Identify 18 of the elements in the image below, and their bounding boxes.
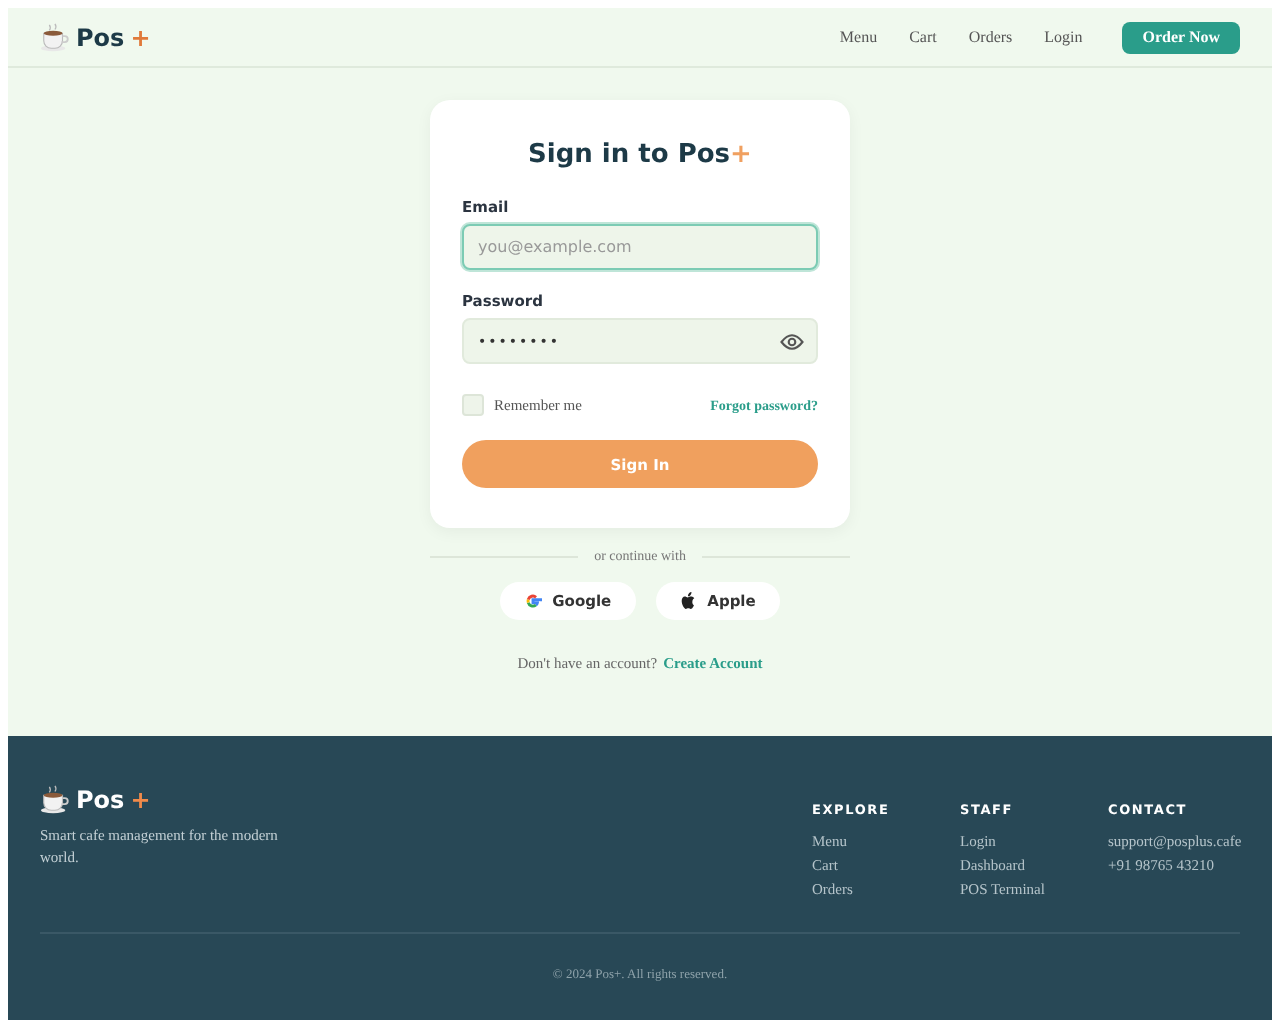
plus-mark: + (130, 23, 151, 51)
brand-name: Pos (76, 23, 125, 51)
card-title: Sign in to Pos (528, 140, 731, 170)
email-field[interactable]: you@example.com (462, 224, 818, 270)
nav-link[interactable]: Cart (909, 28, 937, 46)
eye-icon[interactable] (780, 330, 804, 354)
nav-link[interactable]: Login (1044, 28, 1083, 46)
plus-mark: + (130, 785, 151, 813)
coffee-cup-icon (40, 784, 70, 814)
apple-icon (679, 592, 698, 610)
remember-checkbox[interactable] (462, 394, 484, 416)
brand-name: Pos (76, 785, 125, 813)
google-g-icon (524, 592, 543, 610)
order-now-button[interactable]: Order Now (1122, 21, 1240, 53)
nav-link[interactable]: Menu (839, 28, 878, 46)
coffee-cup-icon (40, 22, 70, 52)
plus-mark: + (730, 140, 752, 170)
nav-link[interactable]: Orders (968, 28, 1013, 46)
